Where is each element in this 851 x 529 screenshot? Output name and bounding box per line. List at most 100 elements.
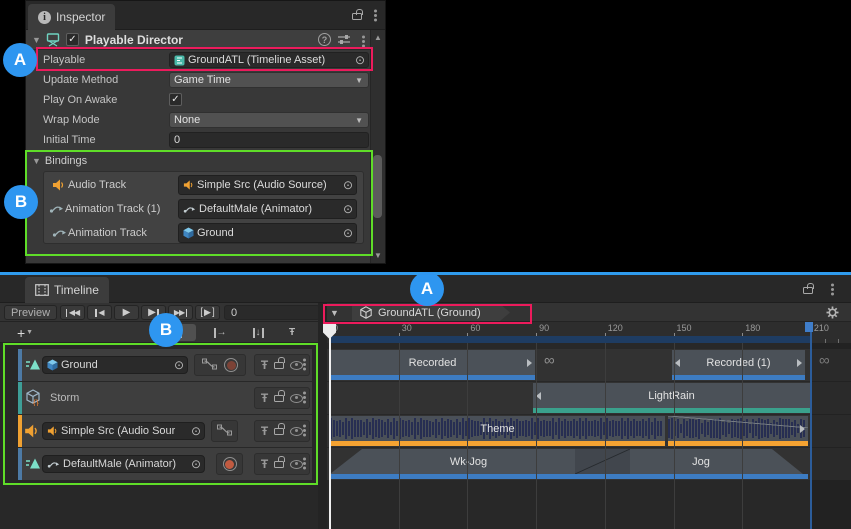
settings-gear-icon[interactable] [826,306,839,319]
tab-inspector[interactable]: i Inspector [28,4,115,30]
track-kebab-icon[interactable] [303,396,306,399]
object-picker-icon[interactable]: ⊙ [174,359,184,371]
wrap-mode-dropdown[interactable]: None ▼ [169,112,369,128]
play-button[interactable]: ▶ [114,305,139,320]
curves-icon[interactable] [217,424,232,439]
goto-start-button[interactable]: ◀◀ [60,305,85,320]
foldout-icon[interactable]: ▼ [32,156,41,166]
pin-icon[interactable]: Ŧ [261,359,268,371]
component-enable-checkbox[interactable]: ✓ [66,33,79,46]
inspector-window: i Inspector ▼ ✓ Playable Director ? Play… [25,0,386,264]
track-kebab-icon[interactable] [303,429,306,432]
foldout-icon[interactable]: ▼ [32,35,41,45]
lock-icon[interactable] [352,13,362,20]
clip-recorded[interactable]: Recorded [330,350,535,375]
clip-jog[interactable]: Jog [630,449,772,474]
pin-icon[interactable]: Ŧ [261,392,268,404]
splitter[interactable] [318,303,327,529]
binding-animator-value: DefaultMale (Animator) [199,203,312,215]
track-row-storm[interactable]: {} Storm Ŧ [18,382,312,414]
binding-animator-object-field[interactable]: DefaultMale (Animator) ⊙ [178,199,357,219]
inspector-scrollbar[interactable]: ▲ ▼ [370,30,385,263]
ripple-mode-icon: → [217,327,227,338]
kebab-menu-icon[interactable] [374,14,377,17]
record-button[interactable] [224,358,238,372]
breadcrumb-dropdown-icon[interactable]: ▼ [330,308,339,318]
play-range-button[interactable]: ▶ [195,305,220,320]
audio-source-object-field[interactable]: Simple Src (Audio Sour ⊙ [42,422,205,440]
cube-icon [183,227,194,239]
track-name: Ground [61,359,98,371]
update-method-label: Update Method [43,74,118,86]
track-kebab-icon[interactable] [303,462,306,465]
record-button[interactable] [223,457,237,471]
mute-eye-icon[interactable] [290,427,303,436]
tab-timeline[interactable]: Timeline [25,277,109,303]
curves-icon[interactable] [202,358,217,373]
lock-icon[interactable] [274,428,284,435]
track-row-defaultmale[interactable]: DefaultMale (Animator) ⊙ Ŧ [18,448,312,480]
clip-wkjog[interactable]: Wk-Jog [362,449,575,474]
ground-object-field[interactable]: Ground ⊙ [42,356,188,374]
add-track-button[interactable]: + ▼ [10,324,40,341]
marker-toggle-button[interactable]: Ŧ [281,324,303,341]
mute-eye-icon[interactable] [290,460,303,469]
presets-icon[interactable] [337,33,351,46]
preview-button[interactable]: Preview [4,305,57,320]
track-kebab-icon[interactable] [303,363,306,366]
component-kebab-icon[interactable] [362,40,365,43]
lock-icon[interactable] [274,461,284,468]
ruler-tick-label: 60 [470,323,480,333]
bindings-title: Bindings [45,155,87,167]
playhead-line[interactable] [329,322,331,529]
animation-track-type-icon [25,457,41,470]
track-row-ground[interactable]: Ground ⊙ Ŧ [18,349,312,381]
edit-mode-ripple-button[interactable]: → [204,324,236,341]
pin-icon[interactable]: Ŧ [261,458,268,470]
object-picker-icon[interactable]: ⊙ [343,203,353,215]
object-picker-icon[interactable]: ⊙ [343,179,353,191]
track-row-audio[interactable]: Simple Src (Audio Sour ⊙ Ŧ [18,415,312,447]
object-picker-icon[interactable]: ⊙ [191,425,201,437]
scroll-up-icon[interactable]: ▲ [371,33,385,42]
help-icon[interactable]: ? [318,33,331,46]
lock-icon[interactable] [803,287,813,294]
kebab-menu-icon[interactable] [831,288,834,291]
playable-object-field[interactable]: GroundATL (Timeline Asset) ⊙ [169,52,369,68]
object-picker-icon[interactable]: ⊙ [343,227,353,239]
binding-ground-object-field[interactable]: Ground ⊙ [178,223,357,243]
lock-icon[interactable] [274,362,284,369]
clip-lightrain[interactable]: LightRain [533,383,810,408]
duration-end-marker[interactable] [805,322,813,332]
lock-icon[interactable] [274,395,284,402]
clip-recorded-1[interactable]: Recorded (1) [672,350,805,375]
row-initial-time: Initial Time 0 [26,130,371,150]
binding-track-name: Audio Track [68,179,126,191]
clip-theme[interactable]: Theme [330,416,665,441]
previous-frame-button[interactable]: ◀ [87,305,112,320]
mute-eye-icon[interactable] [290,361,303,370]
play-on-awake-checkbox[interactable]: ✓ [169,93,182,106]
breadcrumb[interactable]: GroundATL (Ground) [352,304,510,321]
scroll-down-icon[interactable]: ▼ [371,251,385,260]
binding-audio-object-field[interactable]: Simple Src (Audio Source) ⊙ [178,175,357,195]
frame-counter-input[interactable]: 0 [224,305,320,320]
playable-director-header[interactable]: ▼ ✓ Playable Director ? [26,30,371,50]
pin-icon[interactable]: Ŧ [261,425,268,437]
scrollbar-thumb[interactable] [373,155,382,218]
grid-line [467,343,468,529]
duration-end-line [810,322,812,529]
track-toggles: Ŧ [254,387,310,409]
animation-track-type-icon [25,358,41,371]
mute-eye-icon[interactable] [290,394,303,403]
object-picker-icon[interactable]: ⊙ [191,458,201,470]
timeline-window-icon [35,284,49,296]
animator-object-field[interactable]: DefaultMale (Animator) ⊙ [42,455,205,473]
bindings-header[interactable]: ▼ Bindings [26,151,371,171]
clip-theme-loop[interactable] [668,416,808,441]
initial-time-input[interactable]: 0 [169,132,369,148]
update-method-dropdown[interactable]: Game Time ▼ [169,72,369,88]
edit-mode-replace-button[interactable]: ↓ [242,324,274,341]
tab-timeline-label: Timeline [54,283,99,297]
object-picker-icon[interactable]: ⊙ [355,54,365,66]
